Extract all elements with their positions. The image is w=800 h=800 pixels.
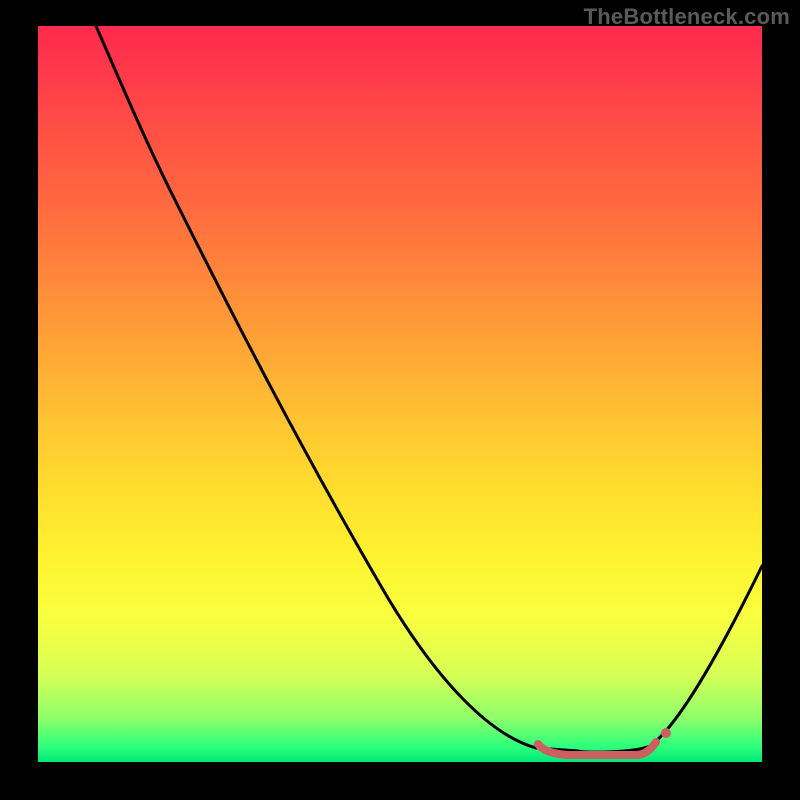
chart-frame: TheBottleneck.com — [0, 0, 800, 800]
bottleneck-curve — [96, 26, 762, 752]
watermark-text: TheBottleneck.com — [584, 4, 790, 30]
trough-end-dot — [661, 728, 671, 738]
plot-area — [38, 26, 762, 762]
curve-layer — [38, 26, 762, 762]
